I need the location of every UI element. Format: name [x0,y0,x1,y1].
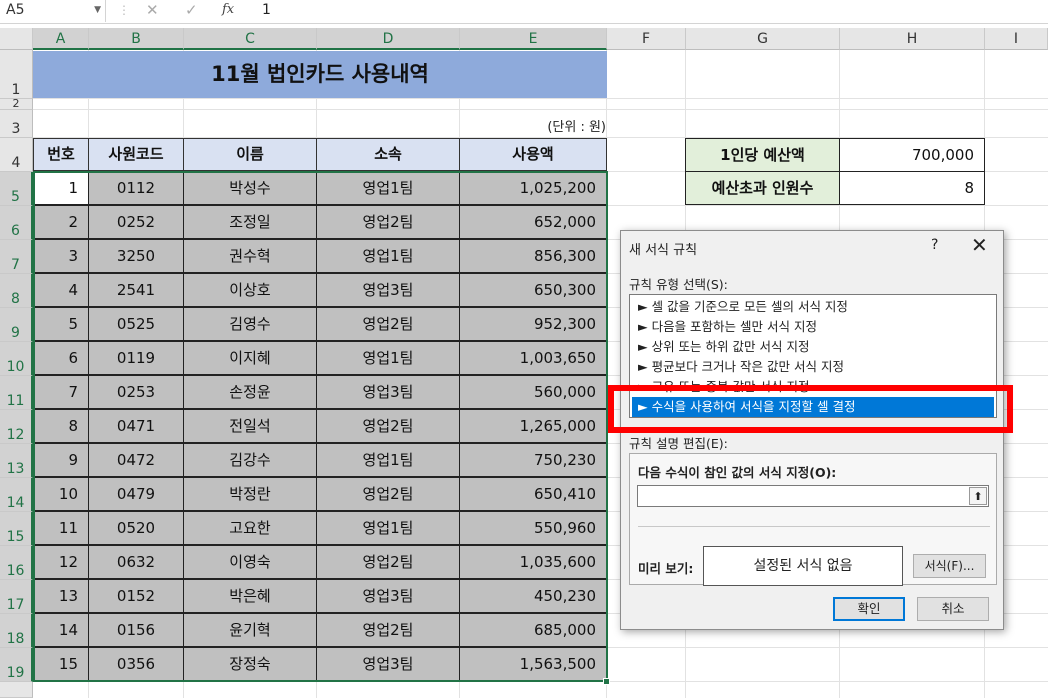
row-header-2[interactable]: 2 [0,98,33,110]
sheet-title[interactable]: 11월 법인카드 사용내역 [33,51,607,98]
row-header-1[interactable]: 1 [0,50,33,99]
rule-description-panel: 다음 수식이 참인 값의 서식 지정(O): ⬆ 미리 보기: 설정된 서식 없… [629,453,997,586]
column-header-f[interactable]: F [607,28,686,50]
header-employee-code[interactable]: 사원코드 [88,138,184,171]
row-header-6[interactable]: 6 [0,206,33,240]
over-budget-count-value[interactable]: 8 [839,171,985,205]
row-header-20[interactable] [0,682,33,698]
column-header-b[interactable]: B [89,28,184,50]
enter-icon[interactable]: ✓ [185,0,198,20]
cancel-button[interactable]: 취소 [917,597,989,621]
header-name[interactable]: 이름 [183,138,317,171]
row-header-14[interactable]: 14 [0,478,33,512]
format-preview: 설정된 서식 없음 [703,546,903,586]
column-header-g[interactable]: G [686,28,840,50]
format-button[interactable]: 서식(F)... [913,554,986,578]
header-number[interactable]: 번호 [33,138,89,171]
over-budget-count-label[interactable]: 예산초과 인원수 [685,171,840,205]
rule-description-label: 규칙 설명 편집(E): [629,436,728,451]
dialog-title: 새 서식 규칙 [629,243,698,258]
row-header-9[interactable]: 9 [0,308,33,342]
row-header-5[interactable]: 5 [0,172,33,206]
row-header-4[interactable]: 4 [0,138,33,172]
row-header-12[interactable]: 12 [0,410,33,444]
fill-handle[interactable] [603,678,610,685]
row-header-8[interactable]: 8 [0,274,33,308]
budget-per-person-label[interactable]: 1인당 예산액 [685,138,840,172]
help-icon[interactable]: ? [931,237,938,253]
divider [638,526,990,527]
close-icon[interactable]: ✕ [971,233,988,257]
chevron-down-icon[interactable]: ▼ [94,0,101,20]
gridline [33,98,1048,99]
row-header-18[interactable]: 18 [0,614,33,648]
column-header-c[interactable]: C [184,28,317,50]
formula-bar: A5 ▼ ⋮ ✕ ✓ fx 1 [0,0,1048,24]
collapse-dialog-icon[interactable]: ⬆ [969,487,987,505]
column-header-a[interactable]: A [33,28,89,50]
highlight-annotation [608,385,1013,433]
name-box-value: A5 [6,2,25,18]
row-header-3[interactable]: 3 [0,110,33,138]
name-box[interactable]: A5 ▼ [0,0,106,22]
row-header-10[interactable]: 10 [0,342,33,376]
formula-input[interactable]: 1 [262,0,271,20]
more-options-icon: ⋮ [118,3,130,17]
selection-border [33,171,608,682]
column-header-h[interactable]: H [840,28,985,50]
select-all-corner[interactable] [0,28,33,50]
rule-type-label: 규칙 유형 선택(S): [629,277,728,292]
header-department[interactable]: 소속 [316,138,460,171]
gridline [33,109,1048,110]
row-header-11[interactable]: 11 [0,376,33,410]
budget-per-person-value[interactable]: 700,000 [839,138,985,172]
rule-type-item[interactable]: ► 다음을 포함하는 셀만 서식 지정 [632,317,994,337]
header-amount[interactable]: 사용액 [459,138,607,171]
formula-label: 다음 수식이 참인 값의 서식 지정(O): [638,465,837,480]
column-header-e[interactable]: E [460,28,607,50]
row-header-13[interactable]: 13 [0,444,33,478]
row-header-7[interactable]: 7 [0,240,33,274]
rule-type-item[interactable]: ► 상위 또는 하위 값만 서식 지정 [632,337,994,357]
ok-button[interactable]: 확인 [833,597,905,621]
preview-label: 미리 보기: [638,561,694,576]
cancel-icon[interactable]: ✕ [146,0,159,20]
rule-type-item[interactable]: ► 셀 값을 기준으로 모든 셀의 서식 지정 [632,297,994,317]
unit-label[interactable]: (단위 : 원) [460,116,606,135]
column-header-i[interactable]: I [985,28,1048,50]
row-header-17[interactable]: 17 [0,580,33,614]
rule-type-item[interactable]: ► 평균보다 크거나 작은 값만 서식 지정 [632,357,994,377]
row-header-16[interactable]: 16 [0,546,33,580]
rule-formula-input[interactable]: ⬆ [637,485,989,507]
row-header-19[interactable]: 19 [0,648,33,682]
column-header-d[interactable]: D [317,28,460,50]
row-header-15[interactable]: 15 [0,512,33,546]
insert-function-icon[interactable]: fx [222,0,234,20]
